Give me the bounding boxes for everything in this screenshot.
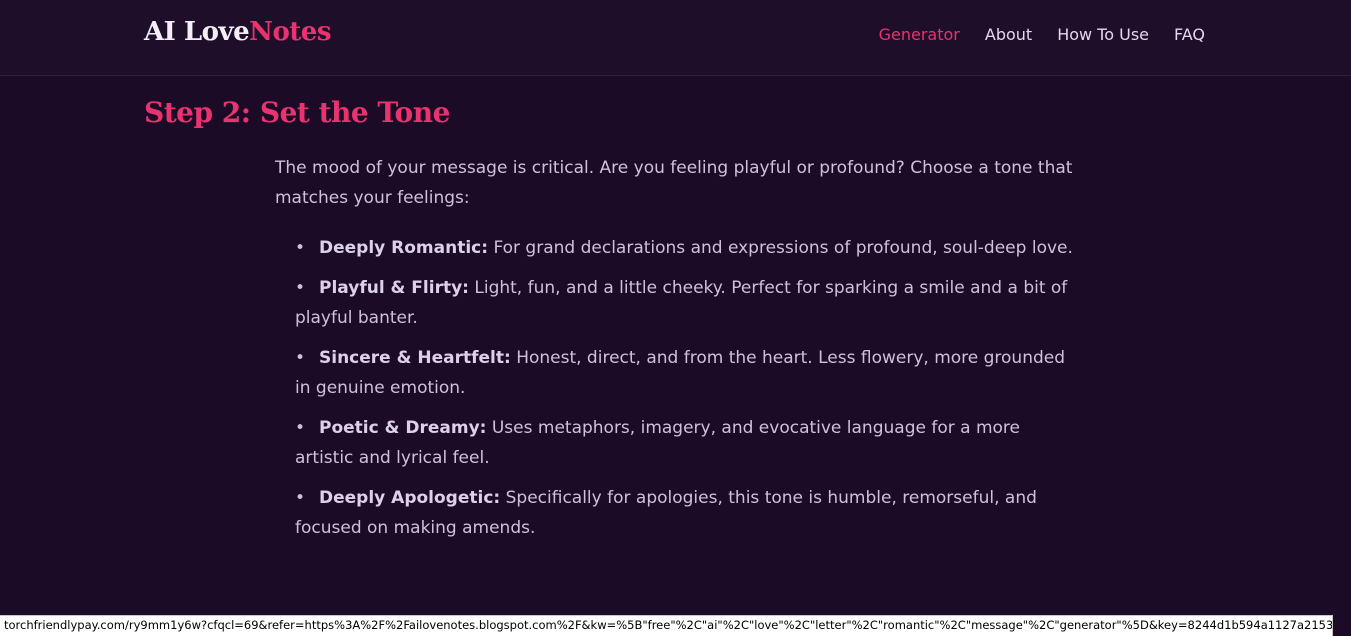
tone-name: Deeply Apologetic:: [319, 488, 501, 508]
list-item: • Playful & Flirty: Light, fun, and a li…: [275, 273, 1075, 333]
bullet-icon: •: [295, 348, 306, 368]
logo-text-accent: Notes: [249, 17, 331, 47]
bullet-icon: •: [295, 488, 306, 508]
site-header: AI LoveNotes Generator About How To Use …: [0, 0, 1351, 76]
nav-link-how-to-use[interactable]: How To Use: [1057, 25, 1149, 44]
main-nav: Generator About How To Use FAQ: [879, 25, 1205, 44]
nav-link-generator[interactable]: Generator: [879, 25, 960, 44]
tone-name: Sincere & Heartfelt:: [319, 348, 511, 368]
tone-list: • Deeply Romantic: For grand declaration…: [275, 233, 1075, 553]
bullet-icon: •: [295, 418, 306, 438]
browser-status-url: torchfriendlypay.com/ry9mm1y6w?cfqcl=69&…: [0, 615, 1333, 636]
site-logo[interactable]: AI LoveNotes: [144, 17, 331, 47]
nav-link-faq[interactable]: FAQ: [1174, 25, 1205, 44]
list-item: • Deeply Romantic: For grand declaration…: [275, 233, 1075, 263]
tone-name: Poetic & Dreamy:: [319, 418, 487, 438]
list-item: • Deeply Apologetic: Specifically for ap…: [275, 483, 1075, 543]
list-item: • Poetic & Dreamy: Uses metaphors, image…: [275, 413, 1075, 473]
tone-name: Deeply Romantic:: [319, 238, 489, 258]
logo-text-primary: AI Love: [144, 17, 250, 47]
tone-description: For grand declarations and expressions o…: [493, 238, 1073, 258]
bullet-icon: •: [295, 238, 306, 258]
nav-link-about[interactable]: About: [985, 25, 1032, 44]
step-title: Step 2: Set the Tone: [144, 96, 450, 129]
tone-name: Playful & Flirty:: [319, 278, 469, 298]
intro-paragraph: The mood of your message is critical. Ar…: [275, 158, 1073, 208]
bullet-icon: •: [295, 278, 306, 298]
list-item: • Sincere & Heartfelt: Honest, direct, a…: [275, 343, 1075, 403]
